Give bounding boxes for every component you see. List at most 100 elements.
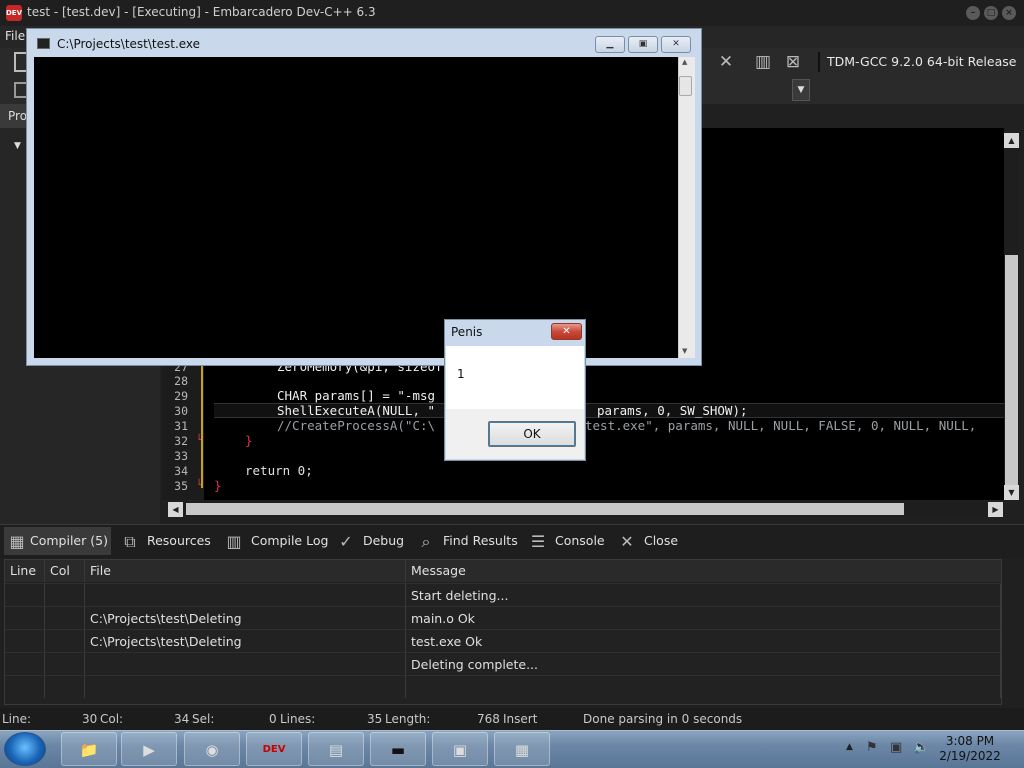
console-close-icon[interactable]: ✕ [661, 36, 691, 53]
line-number: 33 [174, 449, 188, 463]
line-number: 30 [174, 404, 188, 418]
window-taskbar-icon[interactable]: ▣ [432, 732, 488, 766]
console-icon: ☰ [530, 531, 546, 551]
show-hidden-icons-icon[interactable]: ▲ [846, 742, 853, 752]
status-sel-label: Sel: [192, 712, 215, 726]
table-cell[interactable] [85, 583, 406, 606]
table-cell[interactable] [5, 606, 45, 629]
maximize-icon[interactable]: □ [984, 6, 998, 20]
scroll-down-icon[interactable]: ▼ [682, 347, 687, 355]
scroll-down-icon[interactable]: ▼ [1004, 485, 1019, 500]
action-center-icon[interactable]: ⚑ [866, 740, 878, 755]
status-line-value: 30 [82, 712, 98, 726]
scroll-right-icon[interactable]: ▶ [988, 502, 1003, 517]
table-cell[interactable] [5, 675, 45, 698]
task-manager-taskbar-icon[interactable]: ▤ [308, 732, 364, 766]
code-brace: } [245, 433, 253, 448]
table-cell[interactable]: Deleting complete... [406, 652, 1001, 675]
table-cell[interactable]: main.o Ok [406, 606, 1001, 629]
table-cell[interactable]: C:\Projects\test\Deleting [85, 606, 406, 629]
table-cell[interactable] [5, 652, 45, 675]
column-header-col[interactable]: Col [45, 560, 85, 582]
clock[interactable]: 3:08 PM 2/19/2022 [930, 734, 1010, 764]
delete-profile-icon[interactable]: ⊠ [781, 52, 805, 72]
start-button[interactable] [4, 732, 46, 766]
tab-debug[interactable]: ✓ Debug [333, 527, 409, 555]
status-col-label: Col: [100, 712, 124, 726]
tree-expand-icon[interactable]: ▼ [14, 141, 21, 151]
compiler-selector[interactable]: TDM-GCC 9.2.0 64-bit Release [818, 52, 1024, 72]
devcpp-taskbar-icon[interactable]: DEV [246, 732, 302, 766]
code-return: return 0; [245, 463, 313, 478]
scroll-up-icon[interactable]: ▲ [1004, 133, 1019, 148]
console-output[interactable] [34, 57, 678, 358]
check-icon: ✓ [339, 531, 353, 551]
console-scroll-thumb[interactable] [679, 76, 692, 96]
tab-compile-log[interactable]: ▥ Compile Log [221, 527, 329, 555]
chevron-down-icon[interactable]: ▼ [792, 79, 810, 101]
editor-horizontal-thumb[interactable] [186, 503, 904, 515]
table-cell[interactable] [45, 652, 85, 675]
close-icon[interactable]: × [1002, 6, 1016, 20]
volume-icon[interactable]: 🔈 [913, 740, 929, 755]
table-cell[interactable] [45, 606, 85, 629]
tab-console[interactable]: ☰ Console [525, 527, 610, 555]
ide-title-bar: DEV test - [test.dev] - [Executing] - Em… [0, 0, 1024, 26]
table-cell[interactable] [5, 629, 45, 652]
ok-button[interactable]: OK [488, 421, 576, 447]
console-minimize-icon[interactable]: ▁ [595, 36, 625, 53]
status-insert-mode: Insert [503, 712, 538, 726]
message-box-close-icon[interactable]: ✕ [551, 323, 582, 340]
editor-vertical-thumb[interactable] [1005, 255, 1018, 487]
column-header-line[interactable]: Line [5, 560, 45, 582]
table-cell[interactable] [45, 629, 85, 652]
scroll-up-icon[interactable]: ▲ [682, 58, 687, 66]
table-cell[interactable] [5, 583, 45, 606]
scroll-left-icon[interactable]: ◀ [168, 502, 183, 517]
table-cell[interactable] [85, 675, 406, 698]
menu-file[interactable]: File [5, 29, 25, 43]
mouse-pointer-icon [541, 357, 548, 375]
tab-find-results[interactable]: ⌕ Find Results [413, 527, 521, 555]
devcpp-app-icon: DEV [6, 5, 22, 21]
line-number: 28 [174, 374, 188, 388]
tab-compiler[interactable]: ▦ Compiler (5) [4, 527, 111, 555]
explorer-taskbar-icon[interactable]: 📁 [61, 732, 117, 766]
code-line-tail: params, 0, SW_SHOW); [597, 403, 748, 418]
tab-close[interactable]: ✕ Close [614, 527, 686, 555]
clock-date: 2/19/2022 [939, 749, 1001, 763]
status-lines-label: Lines: [280, 712, 316, 726]
document-taskbar-icon[interactable]: ▦ [494, 732, 550, 766]
cmd-taskbar-icon[interactable]: ▬ [370, 732, 426, 766]
tab-resources[interactable]: ⧉ Resources [117, 527, 217, 555]
console-maximize-icon[interactable]: ▣ [628, 36, 658, 53]
console-title: C:\Projects\test\test.exe [57, 37, 201, 51]
console-window[interactable]: C:\Projects\test\test.exe ▁ ▣ ✕ ▲ ▼ [26, 28, 702, 366]
table-cell[interactable] [45, 675, 85, 698]
media-player-taskbar-icon[interactable]: ▶ [121, 732, 177, 766]
table-cell[interactable] [85, 652, 406, 675]
line-number: 34 [174, 464, 188, 478]
console-scrollbar[interactable]: ▲ ▼ [678, 57, 695, 358]
table-cell[interactable]: Start deleting... [406, 583, 1001, 606]
minimize-icon[interactable]: – [966, 6, 980, 20]
grid-icon: ▦ [9, 531, 25, 551]
chrome-taskbar-icon[interactable]: ◉ [184, 732, 240, 766]
network-icon[interactable]: ▣ [890, 740, 902, 755]
clock-time: 3:08 PM [945, 734, 995, 748]
stop-execution-icon[interactable]: ✕ [714, 52, 738, 72]
status-line-label: Line: [2, 712, 32, 726]
column-header-message[interactable]: Message [406, 560, 1001, 582]
table-cell[interactable] [45, 583, 85, 606]
status-length-label: Length: [385, 712, 431, 726]
tab-project[interactable]: Pro [0, 104, 28, 128]
code-comment-tail: test.exe", params, NULL, NULL, FALSE, 0,… [585, 418, 977, 433]
code-line: ShellExecuteA(NULL, " [277, 403, 436, 418]
table-cell[interactable] [406, 675, 1001, 698]
line-gutter: 27 28 29 30 31 32 33 34 35 └ └ [162, 358, 204, 500]
message-box-footer: OK [446, 409, 584, 459]
profile-chart-icon[interactable]: ▥ [751, 52, 775, 72]
table-cell[interactable]: C:\Projects\test\Deleting [85, 629, 406, 652]
column-header-file[interactable]: File [85, 560, 406, 582]
table-cell[interactable]: test.exe Ok [406, 629, 1001, 652]
